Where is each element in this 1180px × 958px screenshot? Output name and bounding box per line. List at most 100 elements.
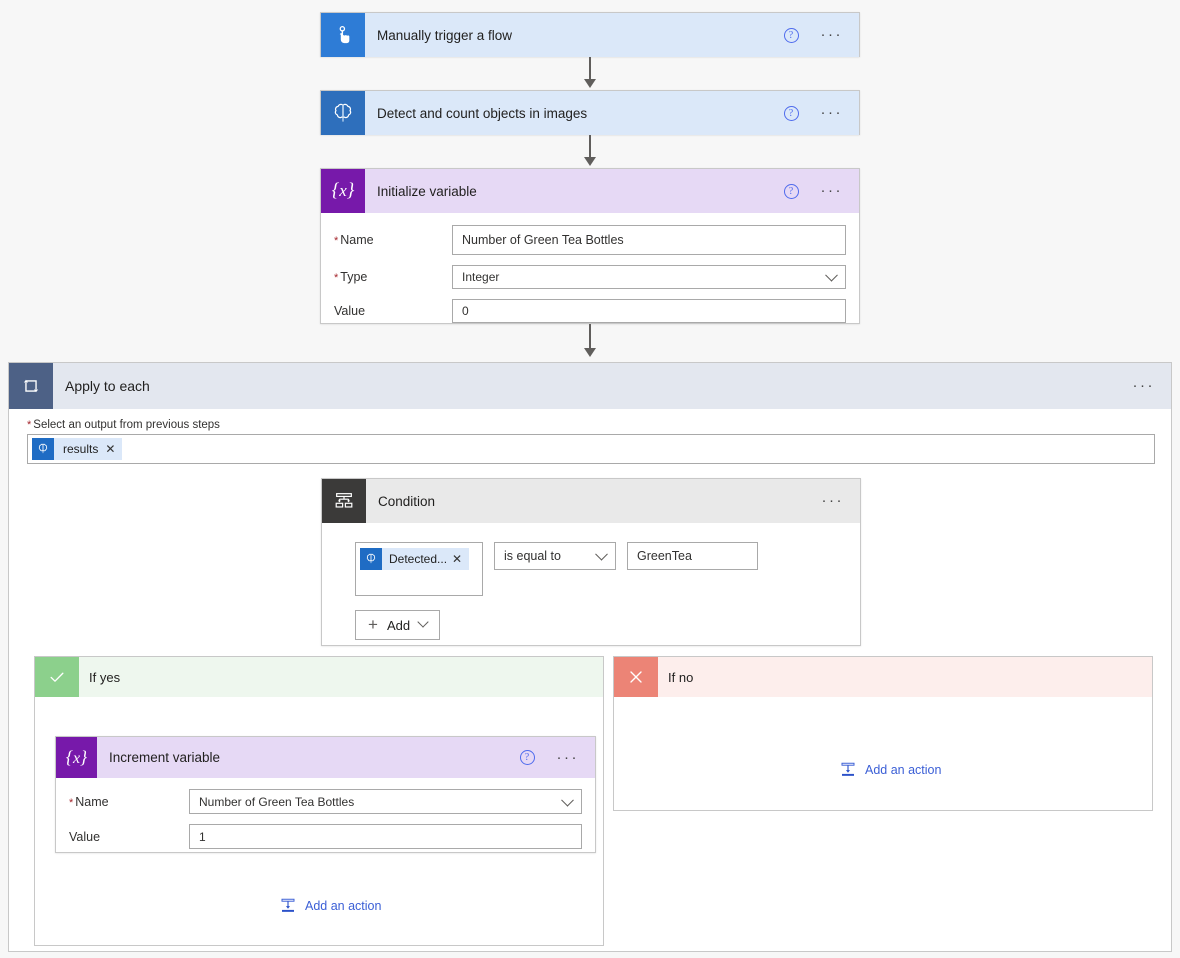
chevron-down-icon bbox=[417, 616, 429, 628]
increment-name-dropdown[interactable]: Number of Green Tea Bottles bbox=[189, 789, 582, 814]
add-action-if-yes[interactable]: Add an action bbox=[279, 897, 381, 915]
card-initialize-variable[interactable]: {x} Initialize variable ? ··· Name Numbe… bbox=[320, 168, 860, 324]
more-menu-icon[interactable]: ··· bbox=[821, 27, 844, 42]
add-action-icon bbox=[279, 897, 297, 915]
add-condition-button[interactable]: + Add bbox=[355, 610, 441, 640]
checkmark-icon bbox=[35, 657, 79, 697]
card-condition[interactable]: Condition ··· Detected... ✕ is equal to … bbox=[321, 478, 861, 646]
condition-left-operand[interactable]: Detected... ✕ bbox=[355, 542, 483, 596]
condition-branch-icon bbox=[322, 479, 366, 523]
card-header: Manually trigger a flow ? ··· bbox=[321, 13, 859, 57]
field-label: Value bbox=[334, 304, 366, 318]
card-title: Initialize variable bbox=[377, 183, 477, 199]
card-apply-to-each[interactable]: Apply to each ··· Select an output from … bbox=[8, 362, 1172, 952]
name-input-value: Number of Green Tea Bottles bbox=[462, 233, 624, 247]
help-icon[interactable]: ? bbox=[519, 750, 535, 765]
card-header-actions: ? ··· bbox=[783, 27, 860, 43]
branch-title: If no bbox=[668, 669, 694, 685]
more-menu-icon[interactable]: ··· bbox=[822, 493, 845, 508]
chevron-down-icon bbox=[595, 547, 608, 561]
card-header-actions: ··· bbox=[822, 493, 861, 508]
field-label: Name bbox=[334, 233, 452, 247]
branch-header-if-yes: If yes bbox=[35, 657, 603, 697]
add-action-label: Add an action bbox=[305, 899, 382, 913]
connector-arrow bbox=[584, 157, 596, 166]
condition-right-value: GreenTea bbox=[637, 549, 692, 563]
branch-title: If yes bbox=[89, 669, 121, 685]
condition-right-value-input[interactable]: GreenTea bbox=[627, 542, 758, 570]
token-detected[interactable]: Detected... ✕ bbox=[360, 548, 470, 570]
loop-title: Apply to each bbox=[65, 378, 150, 394]
field-row-value: Value 1 bbox=[69, 824, 582, 849]
card-title: Increment variable bbox=[109, 750, 221, 765]
card-body: Name Number of Green Tea Bottles Value 1 bbox=[56, 778, 595, 849]
brain-icon bbox=[321, 91, 365, 135]
increment-value-input[interactable]: 1 bbox=[189, 824, 582, 849]
name-input[interactable]: Number of Green Tea Bottles bbox=[452, 225, 846, 255]
token-label: results bbox=[63, 442, 99, 456]
help-icon[interactable]: ? bbox=[783, 105, 799, 121]
type-dropdown[interactable]: Integer bbox=[452, 265, 846, 289]
value-input[interactable]: 0 bbox=[452, 299, 846, 323]
close-icon[interactable]: ✕ bbox=[105, 442, 122, 456]
close-icon[interactable]: ✕ bbox=[452, 552, 469, 566]
condition-row: Detected... ✕ is equal to GreenTea bbox=[355, 542, 860, 596]
field-row-name: Name Number of Green Tea Bottles bbox=[334, 225, 846, 255]
add-action-label: Add an action bbox=[865, 763, 942, 777]
add-action-icon bbox=[839, 761, 857, 779]
card-increment-variable[interactable]: {x} Increment variable ? ··· Name Number… bbox=[55, 736, 596, 853]
add-condition-label: Add bbox=[386, 617, 411, 633]
brain-icon bbox=[360, 548, 382, 570]
help-icon[interactable]: ? bbox=[783, 183, 799, 199]
help-icon[interactable]: ? bbox=[783, 27, 799, 43]
flow-designer-canvas: Manually trigger a flow ? ··· Detect and… bbox=[0, 0, 1180, 958]
card-header: Detect and count objects in images ? ··· bbox=[321, 91, 859, 135]
card-body: Detected... ✕ is equal to GreenTea + Add bbox=[322, 523, 860, 640]
loop-input-tokenbox[interactable]: results ✕ bbox=[27, 434, 1155, 464]
chevron-down-icon bbox=[825, 268, 838, 282]
increment-value: 1 bbox=[199, 829, 206, 844]
condition-operator-dropdown[interactable]: is equal to bbox=[494, 542, 616, 570]
loop-body: Select an output from previous steps res… bbox=[9, 409, 1171, 464]
card-title: Condition bbox=[378, 493, 436, 509]
close-x-icon bbox=[614, 657, 658, 697]
card-header: {x} Initialize variable ? ··· bbox=[321, 169, 859, 213]
value-input-value: 0 bbox=[462, 304, 469, 318]
loop-icon bbox=[9, 363, 53, 409]
touch-pointer-icon bbox=[321, 13, 365, 57]
card-manually-trigger-a-flow[interactable]: Manually trigger a flow ? ··· bbox=[320, 12, 860, 57]
variable-braces-icon: {x} bbox=[56, 737, 97, 778]
branch-if-no: If no Add an action bbox=[613, 656, 1153, 811]
token-label: Detected... bbox=[389, 552, 448, 566]
connector-arrow bbox=[584, 79, 596, 88]
more-menu-icon[interactable]: ··· bbox=[557, 750, 580, 765]
add-action-if-no[interactable]: Add an action bbox=[839, 761, 941, 779]
loop-input-label: Select an output from previous steps bbox=[27, 419, 1153, 431]
chevron-down-icon bbox=[561, 793, 574, 807]
card-title: Manually trigger a flow bbox=[377, 27, 513, 43]
field-row-name: Name Number of Green Tea Bottles bbox=[69, 789, 582, 814]
field-label: Type bbox=[334, 270, 452, 284]
card-body: Name Number of Green Tea Bottles Type In… bbox=[321, 213, 859, 323]
card-title: Detect and count objects in images bbox=[377, 105, 588, 121]
condition-operator-value: is equal to bbox=[504, 549, 561, 563]
card-header-actions: ? ··· bbox=[783, 105, 860, 121]
loop-header-actions: ··· bbox=[1133, 378, 1172, 393]
more-menu-icon[interactable]: ··· bbox=[821, 105, 844, 120]
more-menu-icon[interactable]: ··· bbox=[821, 183, 844, 198]
token-results[interactable]: results ✕ bbox=[32, 438, 123, 460]
field-label: Name bbox=[69, 795, 189, 809]
field-row-type: Type Integer bbox=[334, 265, 846, 289]
brain-icon bbox=[32, 438, 54, 460]
more-menu-icon[interactable]: ··· bbox=[1133, 378, 1156, 393]
increment-name-value: Number of Green Tea Bottles bbox=[199, 794, 355, 809]
card-header: Condition ··· bbox=[322, 479, 860, 523]
card-detect-and-count-objects[interactable]: Detect and count objects in images ? ··· bbox=[320, 90, 860, 135]
card-header-actions: ? ··· bbox=[519, 750, 596, 765]
field-row-value: Value 0 bbox=[334, 299, 846, 323]
field-label: Value bbox=[69, 829, 101, 844]
branch-header-if-no: If no bbox=[614, 657, 1152, 697]
card-header-actions: ? ··· bbox=[783, 183, 860, 199]
plus-icon: + bbox=[368, 615, 378, 634]
loop-header: Apply to each ··· bbox=[9, 363, 1171, 409]
